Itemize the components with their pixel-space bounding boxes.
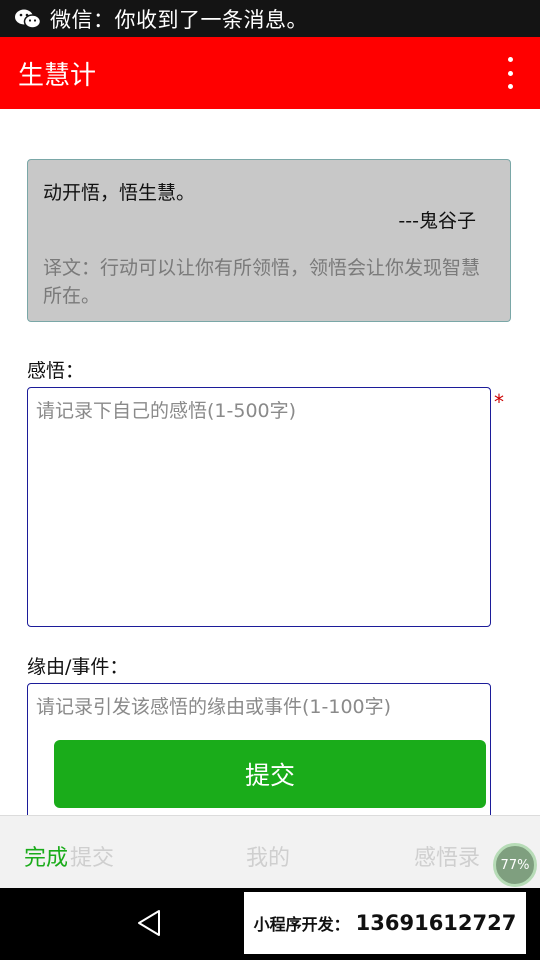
promo-banner: 小程序开发： 13691612727 bbox=[242, 890, 528, 956]
tab-insight-records[interactable]: 感悟录 bbox=[414, 840, 480, 872]
bottom-bar: 提交 我的 感悟录 完成 bbox=[0, 815, 540, 889]
wechat-icon bbox=[14, 7, 42, 31]
reason-placeholder: 请记录引发该感悟的缘由或事件(1-100字) bbox=[36, 696, 392, 718]
more-vert-icon[interactable] bbox=[504, 57, 516, 89]
quote-text: 动开悟，悟生慧。 bbox=[43, 182, 196, 204]
status-bar: 微信：你收到了一条消息。 bbox=[0, 0, 540, 37]
quote-card: 动开悟，悟生慧。 ---鬼谷子 译文：行动可以让你有所领悟，领悟会让你发现智慧所… bbox=[27, 159, 511, 322]
reason-label: 缘由/事件： bbox=[27, 656, 129, 678]
required-mark: * bbox=[494, 390, 504, 414]
insight-label: 感悟： bbox=[27, 360, 85, 382]
promo-phone: 13691612727 bbox=[355, 911, 517, 935]
quote-author: ---鬼谷子 bbox=[398, 210, 476, 232]
back-triangle-icon[interactable] bbox=[135, 908, 165, 942]
promo-label: 小程序开发： bbox=[253, 915, 350, 934]
insight-placeholder: 请记录下自己的感悟(1-500字) bbox=[36, 400, 297, 422]
insight-textarea[interactable]: 请记录下自己的感悟(1-500字) bbox=[27, 387, 491, 627]
submit-button[interactable]: 提交 bbox=[54, 740, 486, 808]
app-bar: 生慧计 bbox=[0, 37, 540, 109]
notification-text: 微信：你收到了一条消息。 bbox=[50, 7, 308, 32]
quote-translation: 译文：行动可以让你有所领悟，领悟会让你发现智慧所在。 bbox=[43, 257, 481, 307]
page-title: 生慧计 bbox=[18, 60, 97, 91]
done-button[interactable]: 完成 bbox=[24, 840, 68, 872]
tab-mine[interactable]: 我的 bbox=[246, 840, 290, 872]
progress-indicator[interactable]: 77% bbox=[493, 843, 537, 887]
tab-submit[interactable]: 提交 bbox=[70, 840, 114, 872]
